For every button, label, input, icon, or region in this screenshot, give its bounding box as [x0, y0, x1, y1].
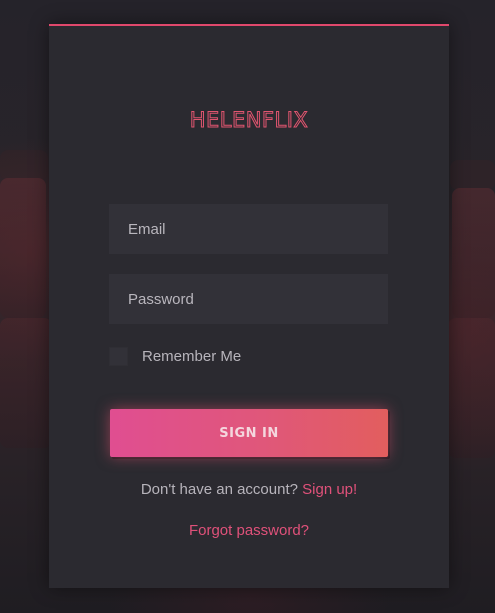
remember-me-checkbox[interactable]	[109, 346, 128, 366]
forgot-password-row: Forgot password?	[49, 522, 449, 539]
backdrop-seat	[0, 318, 52, 448]
backdrop-seat	[452, 188, 495, 318]
remember-me-label[interactable]: Remember Me	[142, 348, 241, 365]
forgot-password-link[interactable]: Forgot password?	[189, 522, 309, 539]
backdrop-seat	[0, 150, 48, 180]
backdrop-seat	[448, 318, 495, 458]
login-card: HELENFLIX Remember Me SIGN IN Don't have…	[49, 24, 449, 588]
backdrop-seat	[450, 160, 495, 190]
signup-link[interactable]: Sign up!	[302, 481, 357, 498]
signup-prompt-text: Don't have an account?	[140, 481, 298, 498]
password-field[interactable]	[109, 274, 388, 324]
sign-in-button[interactable]: SIGN IN	[110, 409, 388, 457]
remember-me-row[interactable]: Remember Me	[109, 346, 241, 366]
email-field[interactable]	[109, 204, 388, 254]
backdrop-seat	[0, 178, 46, 318]
brand-logo: HELENFLIX	[189, 108, 309, 133]
signup-prompt-line: Don't have an account? Sign up!	[49, 481, 449, 498]
